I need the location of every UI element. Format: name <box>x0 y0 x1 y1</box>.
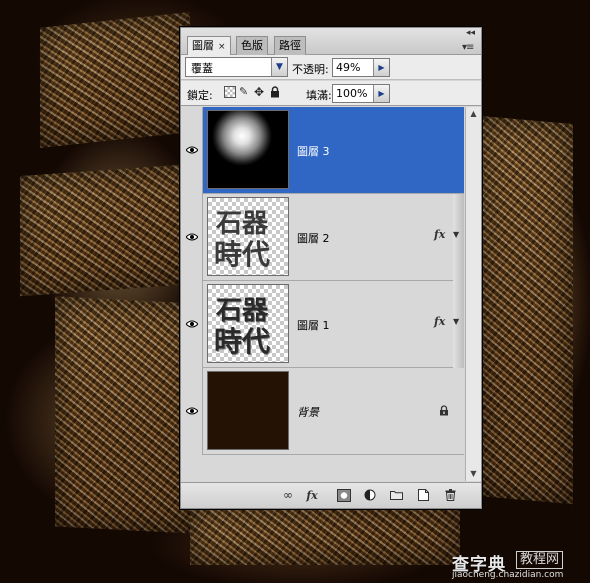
stone-block-bottom <box>190 505 460 565</box>
layer-name[interactable]: 背景 <box>297 404 319 420</box>
blend-mode-select[interactable]: 覆蓋 ▼ <box>185 57 288 77</box>
layer-row-layer-1[interactable]: 石器 時代 石器 時代 圖層 1 fx ▼ <box>181 281 464 368</box>
tab-paths[interactable]: 路徑 <box>274 36 306 55</box>
delete-layer-trash-icon[interactable] <box>443 489 457 502</box>
lock-row: 鎖定: ✎ ✥ 填滿: 100% ▶ <box>181 81 481 106</box>
layers-scrollbar[interactable]: ▲ ▼ <box>465 107 481 481</box>
visibility-toggle[interactable] <box>181 194 203 281</box>
fill-field[interactable]: 100% ▶ <box>332 84 390 103</box>
collapse-panel-icon[interactable]: ◂◂ <box>466 28 475 38</box>
stone-block-right <box>478 115 573 505</box>
stone-block-left-mid <box>20 163 195 297</box>
thumbnail-text-art: 石器 時代 <box>214 209 270 271</box>
stone-block-left-bottom <box>55 296 195 534</box>
site-watermark: 查字典 教程网 jiaocheng.chazidian.com <box>452 548 588 582</box>
tab-channels[interactable]: 色版 <box>236 36 268 55</box>
add-layer-style-fx-icon[interactable]: fx <box>305 489 319 502</box>
layer-row-background[interactable]: 背景 <box>181 368 464 455</box>
opacity-slider-arrow-icon[interactable]: ▶ <box>373 59 389 76</box>
panel-tab-bar: 圖層 × 色版 路徑 ◂◂ ▾≡ <box>181 28 481 56</box>
eye-icon <box>186 233 198 241</box>
layer-thumbnail: 石器 時代 石器 時代 <box>207 284 289 363</box>
tab-layers-label: 圖層 <box>192 39 214 52</box>
lock-label: 鎖定: <box>187 89 213 102</box>
layer-thumbnail <box>207 371 289 450</box>
layer-effects-fx-icon[interactable]: fx <box>434 315 445 328</box>
close-icon[interactable]: × <box>218 42 226 52</box>
panel-menu-icon[interactable]: ▾≡ <box>462 42 474 53</box>
fill-slider-arrow-icon[interactable]: ▶ <box>373 85 389 102</box>
visibility-toggle[interactable] <box>181 107 203 194</box>
tab-channels-label: 色版 <box>241 39 263 52</box>
watermark-url: jiaocheng.chazidian.com <box>452 570 564 580</box>
layers-list: 圖層 3 石器 時代 圖層 2 fx ▼ 石器 時代 石器 時代 圖層 1 fx… <box>181 107 464 481</box>
watermark-boxed-text: 教程网 <box>516 551 564 569</box>
svg-text:時代: 時代 <box>214 325 270 358</box>
visibility-toggle[interactable] <box>181 368 203 455</box>
layer-name[interactable]: 圖層 2 <box>297 230 330 246</box>
opacity-label: 不透明: <box>292 63 329 76</box>
panel-bottom-toolbar: ∞ fx <box>181 482 481 508</box>
opacity-value: 49% <box>336 61 361 74</box>
eye-icon <box>186 407 198 415</box>
svg-text:石器: 石器 <box>215 296 269 326</box>
svg-text:石器: 石器 <box>215 209 269 239</box>
tab-paths-label: 路徑 <box>279 39 301 52</box>
layer-row-layer-3[interactable]: 圖層 3 <box>181 107 464 194</box>
svg-text:時代: 時代 <box>214 238 270 271</box>
lock-icon <box>440 405 448 416</box>
lock-all-icon[interactable] <box>270 86 282 98</box>
thumbnail-text-art-blurred: 石器 時代 石器 時代 <box>214 296 271 359</box>
fill-value: 100% <box>336 87 368 100</box>
link-layers-icon[interactable]: ∞ <box>281 489 295 502</box>
lock-transparent-pixels-icon[interactable] <box>224 86 236 98</box>
layer-name[interactable]: 圖層 1 <box>297 317 330 333</box>
blend-mode-value: 覆蓋 <box>191 62 213 75</box>
opacity-field[interactable]: 49% ▶ <box>332 58 390 77</box>
layer-thumbnail: 石器 時代 <box>207 197 289 276</box>
layer-thumbnail <box>207 110 289 189</box>
layers-panel: 圖層 × 色版 路徑 ◂◂ ▾≡ 覆蓋 ▼ 不透明: 49% ▶ 鎖定: ✎ ✥ … <box>180 27 482 509</box>
fill-label: 填滿: <box>306 89 332 102</box>
eye-icon <box>186 320 198 328</box>
stone-block-left-top <box>40 12 190 148</box>
new-adjustment-layer-icon[interactable] <box>363 489 377 502</box>
visibility-toggle[interactable] <box>181 281 203 368</box>
add-layer-mask-icon[interactable] <box>337 489 351 502</box>
new-group-folder-icon[interactable] <box>389 489 403 502</box>
scroll-up-arrow-icon[interactable]: ▲ <box>466 107 481 121</box>
scroll-down-arrow-icon[interactable]: ▼ <box>466 467 481 481</box>
lock-image-pixels-brush-icon[interactable]: ✎ <box>239 86 251 98</box>
eye-icon <box>186 146 198 154</box>
layer-effects-fx-icon[interactable]: fx <box>434 228 445 241</box>
tab-layers[interactable]: 圖層 × <box>187 36 231 56</box>
blend-row: 覆蓋 ▼ 不透明: 49% ▶ <box>181 55 481 80</box>
chevron-down-icon[interactable]: ▼ <box>271 58 287 76</box>
chevron-down-icon[interactable]: ▼ <box>453 230 459 239</box>
new-layer-icon[interactable] <box>416 489 430 502</box>
lock-position-move-icon[interactable]: ✥ <box>254 86 266 98</box>
chevron-down-icon[interactable]: ▼ <box>453 317 459 326</box>
layer-row-layer-2[interactable]: 石器 時代 圖層 2 fx ▼ <box>181 194 464 281</box>
layer-name[interactable]: 圖層 3 <box>297 143 330 159</box>
